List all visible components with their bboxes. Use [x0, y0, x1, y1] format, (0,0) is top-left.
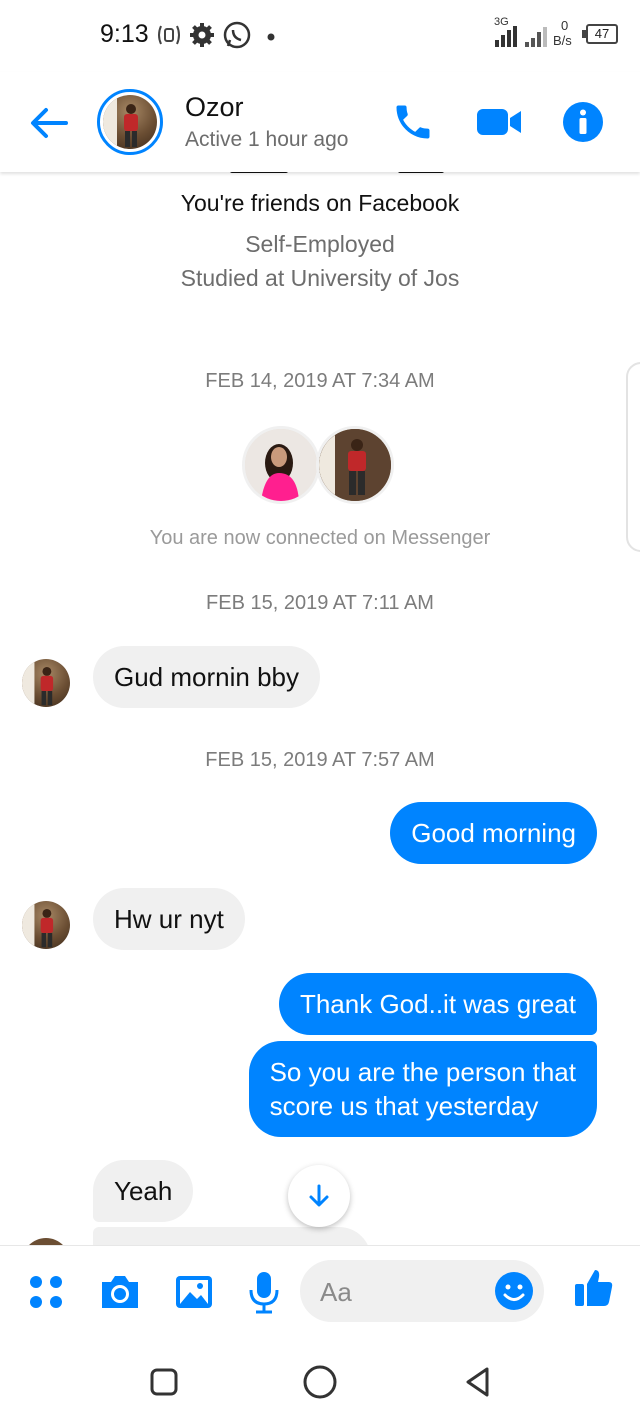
chat-header: Ozor Active 1 hour ago [0, 72, 640, 172]
circle-nav-icon [303, 1365, 337, 1399]
back-button[interactable] [26, 100, 72, 146]
scroll-down-icon [309, 1184, 329, 1207]
settings-icon [190, 23, 214, 47]
square-nav-icon [150, 1368, 178, 1396]
avatar-photo [103, 95, 157, 149]
notification-dot-icon [267, 33, 275, 41]
battery-tip [582, 30, 586, 38]
outgoing-message[interactable]: Thank God..it was great [278, 973, 597, 1035]
contact-name[interactable]: Ozor [185, 92, 244, 123]
signal-2-icon [525, 27, 547, 47]
speed-unit: B/s [553, 33, 572, 48]
profile-work: Self-Employed [245, 231, 395, 257]
battery-level: 47 [594, 26, 610, 41]
composer-bar: Aa [0, 1245, 640, 1340]
incoming-message[interactable]: Hw ur nyt [93, 888, 245, 950]
contact-avatar-pair [316, 426, 394, 504]
incoming-message[interactable]: Yeah [93, 1160, 194, 1222]
video-camera-icon [477, 109, 521, 135]
signal-icon [495, 26, 517, 47]
system-nav-bar [0, 1340, 640, 1422]
like-icon [575, 1270, 613, 1306]
timestamp-2: FEB 15, 2019 AT 7:11 AM [206, 592, 434, 614]
partial-sender-avatar [22, 1238, 70, 1245]
voice-message-button[interactable] [240, 1268, 288, 1316]
friends-status: You're friends on Facebook [180, 190, 460, 216]
sender-avatar[interactable] [22, 901, 70, 949]
side-edge-handle[interactable] [626, 362, 640, 552]
message-line: score us that yesterday [269, 1091, 539, 1121]
contact-avatar[interactable] [97, 89, 163, 155]
timestamp-1: FEB 14, 2019 AT 7:34 AM [205, 370, 435, 392]
camera-icon [102, 1276, 138, 1308]
message-input[interactable]: Aa [300, 1260, 544, 1322]
timestamp-3: FEB 15, 2019 AT 7:57 AM [205, 749, 435, 771]
incoming-message[interactable]: Gud mornin bby [93, 646, 320, 708]
outgoing-message[interactable]: Good morning [390, 802, 597, 864]
video-call-button[interactable] [474, 97, 524, 147]
person-figure [103, 95, 138, 149]
conversation-area[interactable]: You're friends on Facebook Self-Employed… [0, 172, 640, 1245]
profile-education: Studied at University of Jos [180, 265, 460, 291]
hotspot-icon [158, 25, 180, 45]
sender-avatar[interactable] [22, 659, 70, 707]
message-placeholder: Aa [320, 1277, 352, 1307]
my-avatar [242, 426, 320, 504]
back-arrow-icon [31, 108, 68, 138]
recents-button[interactable] [142, 1360, 186, 1404]
connected-notice: You are now connected on Messenger [149, 527, 491, 549]
cut-off-heading-fragment [230, 172, 450, 174]
back-nav-button[interactable] [456, 1360, 500, 1404]
triangle-nav-icon [466, 1367, 489, 1397]
like-button[interactable] [570, 1264, 618, 1312]
active-status: Active 1 hour ago [185, 128, 349, 151]
gallery-icon [176, 1276, 212, 1308]
voice-call-button[interactable] [388, 97, 438, 147]
microphone-icon [249, 1272, 279, 1314]
sender-figure [22, 659, 54, 707]
status-bar: 9:13 3G 0 B/s 47 [0, 0, 640, 72]
speed-value: 0 [561, 18, 569, 33]
sender-figure [22, 901, 54, 949]
man-figure [319, 429, 391, 501]
phone-icon [396, 105, 430, 139]
outgoing-message[interactable]: So you are the person that score us that… [248, 1041, 597, 1137]
more-actions-button[interactable] [22, 1268, 70, 1316]
info-button[interactable] [558, 97, 608, 147]
emoji-icon[interactable] [494, 1271, 534, 1311]
camera-button[interactable] [96, 1268, 144, 1316]
woman-figure [245, 429, 317, 501]
status-time: 9:13 [100, 20, 149, 48]
info-icon [563, 102, 603, 142]
scroll-down-button[interactable] [288, 1165, 350, 1227]
gallery-button[interactable] [170, 1268, 218, 1316]
partial-next-message [93, 1227, 371, 1245]
battery-icon: 47 [586, 24, 618, 44]
message-line: So you are the person that [269, 1057, 576, 1087]
whatsapp-icon [223, 21, 251, 49]
home-button[interactable] [298, 1360, 342, 1404]
menu-dots-icon [30, 1276, 62, 1308]
